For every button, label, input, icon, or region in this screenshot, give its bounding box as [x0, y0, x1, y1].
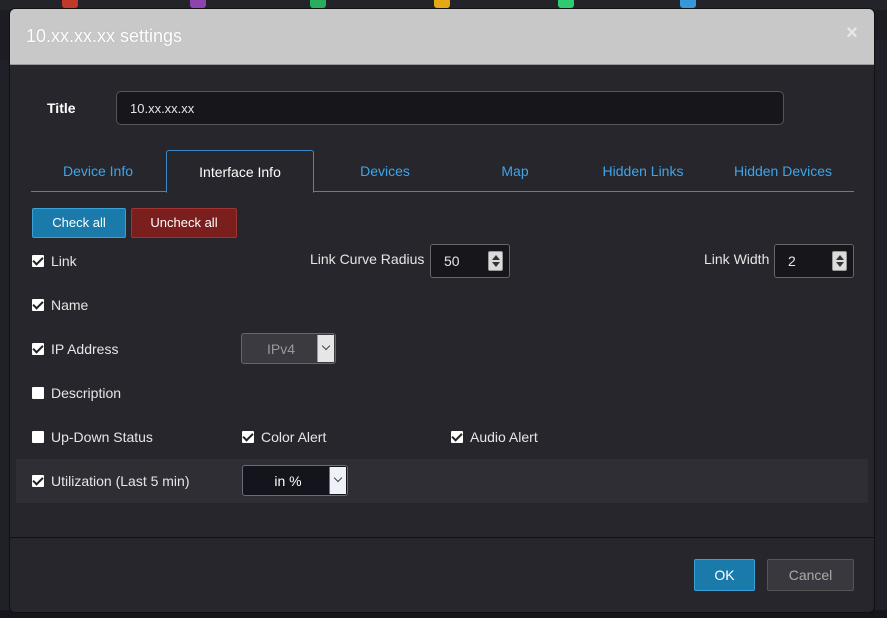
close-icon[interactable]: ×: [844, 23, 860, 43]
description-label: Description: [51, 385, 122, 401]
tab-devices[interactable]: Devices: [315, 150, 455, 192]
tab-map[interactable]: Map: [456, 150, 574, 192]
up-down-status-label: Up-Down Status: [51, 429, 153, 445]
name-label: Name: [51, 297, 89, 313]
background-toolbar-icon: [680, 0, 696, 8]
ok-button[interactable]: OK: [694, 559, 755, 591]
tab-interface-info[interactable]: Interface Info: [166, 150, 314, 193]
title-input[interactable]: [116, 91, 784, 125]
link-curve-radius-label: Link Curve Radius: [310, 251, 425, 267]
title-label: Title: [47, 100, 76, 116]
audio-alert-label: Audio Alert: [470, 429, 538, 445]
ip-version-select[interactable]: IPv4: [241, 333, 336, 364]
ip-version-value: IPv4: [266, 341, 295, 357]
footer-divider: [10, 537, 874, 538]
spinner-arrows-icon[interactable]: [832, 251, 847, 271]
background-toolbar-icon: [434, 0, 450, 8]
up-down-status-checkbox[interactable]: [32, 431, 44, 443]
utilization-unit-select[interactable]: in %: [242, 465, 348, 496]
link-checkbox[interactable]: [32, 255, 44, 267]
cancel-button[interactable]: Cancel: [767, 559, 854, 591]
background-right-panel: [875, 40, 887, 618]
chevron-down-icon[interactable]: [317, 335, 334, 362]
chevron-down-icon[interactable]: [329, 467, 346, 494]
ip-address-checkbox[interactable]: [32, 343, 44, 355]
tab-bar: Device Info Interface Info Devices Map H…: [31, 150, 854, 193]
audio-alert-checkbox[interactable]: [451, 431, 463, 443]
spinner-arrows-icon[interactable]: [488, 251, 503, 271]
uncheck-all-button[interactable]: Uncheck all: [131, 208, 237, 238]
link-width-stepper[interactable]: 2: [774, 244, 854, 278]
check-all-button[interactable]: Check all: [32, 208, 126, 238]
ip-address-label: IP Address: [51, 341, 119, 357]
link-width-value: 2: [788, 253, 796, 269]
utilization-unit-value: in %: [274, 473, 302, 489]
settings-dialog: 10.xx.xx.xx settings × Title Device Info…: [10, 9, 874, 612]
tab-device-info[interactable]: Device Info: [31, 150, 165, 192]
name-checkbox[interactable]: [32, 299, 44, 311]
tab-hidden-links[interactable]: Hidden Links: [575, 150, 711, 192]
background-toolbar-icon: [558, 0, 574, 8]
background-toolbar-icon: [310, 0, 326, 8]
color-alert-label: Color Alert: [261, 429, 327, 445]
dialog-title: 10.xx.xx.xx settings: [26, 26, 183, 46]
dialog-header: 10.xx.xx.xx settings ×: [10, 9, 874, 65]
utilization-label: Utilization (Last 5 min): [51, 473, 190, 489]
link-curve-radius-value: 50: [444, 253, 460, 269]
background-toolbar-icon: [62, 0, 78, 8]
utilization-checkbox[interactable]: [32, 475, 44, 487]
color-alert-checkbox[interactable]: [242, 431, 254, 443]
description-checkbox[interactable]: [32, 387, 44, 399]
link-curve-radius-stepper[interactable]: 50: [430, 244, 510, 278]
background-left-panel: [0, 60, 10, 618]
tab-hidden-devices[interactable]: Hidden Devices: [712, 150, 854, 192]
background-toolbar-icon: [190, 0, 206, 8]
link-label: Link: [51, 253, 77, 269]
link-width-label: Link Width: [704, 251, 770, 267]
